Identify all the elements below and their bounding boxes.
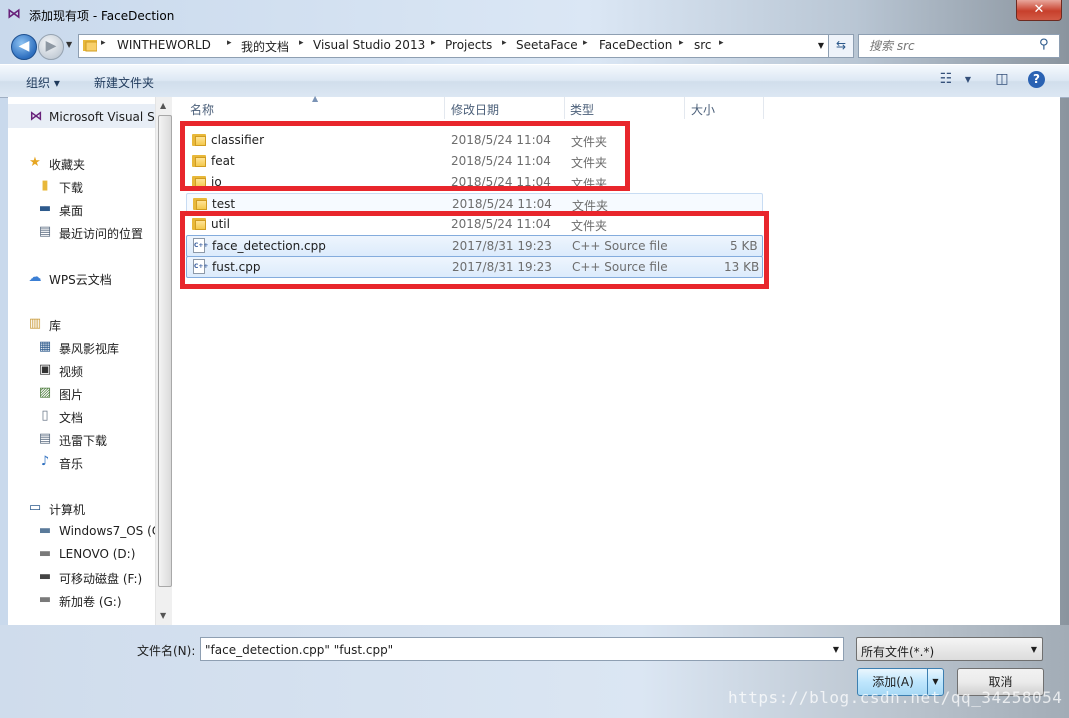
column-header-modified[interactable]: 修改日期 xyxy=(445,97,565,119)
nav-item-downloads[interactable]: ▮ 下载 xyxy=(8,176,155,196)
nav-item-pictures[interactable]: ▨ 图片 xyxy=(8,383,155,403)
annotation-box xyxy=(180,211,769,289)
nav-item-libraries[interactable]: ▥ 库 xyxy=(8,314,155,334)
chevron-down-icon[interactable]: ▼ xyxy=(833,645,839,654)
nav-item-music[interactable]: ♪ 音乐 xyxy=(8,452,155,472)
dialog-window: ⋈ 添加现有项 - FaceDection ✕ ◀ ▶ ▼ ▸ WINTHEWO… xyxy=(0,0,1069,718)
filename-input[interactable]: "face_detection.cpp" "fust.cpp" ▼ xyxy=(200,637,844,661)
navigation-pane: ⋈ Microsoft Visual S ★ 收藏夹 ▮ 下载 ▬ 桌面 ▤ 最… xyxy=(8,97,155,625)
breadcrumb-item[interactable]: src xyxy=(694,38,712,52)
desktop-icon: ▬ xyxy=(38,201,52,216)
column-header-type[interactable]: 类型 xyxy=(565,97,685,119)
column-header-name[interactable]: 名称 ▲ xyxy=(172,94,445,119)
nav-item-favorites[interactable]: ★ 收藏夹 xyxy=(8,153,155,173)
chevron-right-icon[interactable]: ▸ xyxy=(101,38,106,48)
nav-item-drive-d[interactable]: ▬ LENOVO (D:) xyxy=(8,544,155,564)
chevron-right-icon[interactable]: ▸ xyxy=(583,38,588,48)
file-type-value: 所有文件(*.*) xyxy=(861,645,935,659)
breadcrumb-item[interactable]: SeetaFace xyxy=(516,38,578,52)
breadcrumb-item[interactable]: Visual Studio 2013 xyxy=(313,38,425,52)
search-box[interactable]: ⚲ xyxy=(858,34,1060,58)
video-library-icon: ▦ xyxy=(38,339,52,354)
view-options-icon[interactable]: ☷ xyxy=(936,71,956,89)
nav-item-video-library[interactable]: ▦ 暴风影视库 xyxy=(8,337,155,357)
file-list-pane: 名称 ▲ 修改日期 类型 大小 classifier 2018/5/24 11:… xyxy=(172,94,1060,625)
chevron-right-icon[interactable]: ▸ xyxy=(299,38,304,48)
star-icon: ★ xyxy=(29,155,41,170)
search-input[interactable] xyxy=(867,38,1031,54)
help-icon[interactable]: ? xyxy=(1028,71,1045,88)
annotation-box xyxy=(180,121,630,191)
video-icon: ▣ xyxy=(38,362,52,377)
music-icon: ♪ xyxy=(40,454,50,469)
nav-item-visual-studio[interactable]: ⋈ Microsoft Visual S xyxy=(8,107,155,127)
nav-item-documents[interactable]: ▯ 文档 xyxy=(8,406,155,426)
filename-value: "face_detection.cpp" "fust.cpp" xyxy=(205,643,394,657)
visual-studio-icon: ⋈ xyxy=(7,6,21,22)
breadcrumb-item[interactable]: Projects xyxy=(445,38,492,52)
chevron-right-icon[interactable]: ▸ xyxy=(502,38,507,48)
folder-icon xyxy=(83,40,97,52)
chevron-right-icon[interactable]: ▸ xyxy=(679,38,684,48)
nav-item-desktop[interactable]: ▬ 桌面 xyxy=(8,199,155,219)
title-bar: ⋈ 添加现有项 - FaceDection ✕ xyxy=(0,0,1069,30)
watermark: https://blog.csdn.net/qq_34258054 xyxy=(728,688,1063,707)
document-icon: ▯ xyxy=(41,408,49,423)
drive-icon: ▬ xyxy=(38,546,52,561)
visual-studio-icon: ⋈ xyxy=(29,109,43,124)
column-header-size[interactable]: 大小 xyxy=(685,97,764,119)
drive-icon: ▬ xyxy=(38,523,52,538)
nav-item-videos[interactable]: ▣ 视频 xyxy=(8,360,155,380)
toolbar: 组织 ▾ 新建文件夹 ☷ ▼ ◫ ? xyxy=(0,64,1069,98)
filename-label: 文件名(N): xyxy=(137,644,196,658)
preview-pane-icon[interactable]: ◫ xyxy=(992,71,1012,89)
chevron-down-icon[interactable]: ▼ xyxy=(958,75,978,93)
recent-places-icon: ▤ xyxy=(38,224,52,239)
window-title: 添加现有项 - FaceDection xyxy=(29,9,175,23)
library-icon: ▥ xyxy=(28,316,42,331)
folder-icon xyxy=(193,197,207,210)
folder-icon: ▮ xyxy=(41,178,49,193)
file-type-select[interactable]: 所有文件(*.*) ▼ xyxy=(856,637,1043,661)
chevron-down-icon[interactable]: ▼ xyxy=(818,41,824,50)
scroll-up-arrow-icon[interactable]: ▲ xyxy=(160,101,166,110)
chevron-down-icon[interactable]: ▼ xyxy=(1031,645,1037,654)
nav-item-recent-places[interactable]: ▤ 最近访问的位置 xyxy=(8,222,155,242)
picture-icon: ▨ xyxy=(38,385,52,400)
recent-pages-dropdown[interactable]: ▼ xyxy=(66,40,72,49)
nav-item-drive-c[interactable]: ▬ Windows7_OS (C xyxy=(8,521,155,541)
nav-item-computer[interactable]: ▭ 计算机 xyxy=(8,498,155,518)
new-folder-button[interactable]: 新建文件夹 xyxy=(94,74,154,91)
nav-scrollbar[interactable]: ▲ ▼ xyxy=(155,97,173,625)
scrollbar-thumb[interactable] xyxy=(158,115,172,587)
back-button[interactable]: ◀ xyxy=(11,34,37,60)
download-icon: ▤ xyxy=(38,431,52,446)
chevron-right-icon[interactable]: ▸ xyxy=(227,38,232,48)
breadcrumb-item[interactable]: WINTHEWORLD xyxy=(117,38,211,52)
nav-item-thunder-downloads[interactable]: ▤ 迅雷下载 xyxy=(8,429,155,449)
refresh-button[interactable]: ⇆ xyxy=(828,34,854,58)
sort-ascending-icon: ▲ xyxy=(312,94,319,103)
forward-button[interactable]: ▶ xyxy=(38,34,64,60)
scroll-down-arrow-icon[interactable]: ▼ xyxy=(160,611,166,620)
address-bar[interactable]: ▸ WINTHEWORLD ▸ 我的文档 ▸ Visual Studio 201… xyxy=(78,34,829,58)
drive-icon: ▬ xyxy=(38,592,52,607)
nav-item-drive-g[interactable]: ▬ 新加卷 (G:) xyxy=(8,590,155,610)
breadcrumb-item[interactable]: FaceDection xyxy=(599,38,672,52)
chevron-right-icon[interactable]: ▸ xyxy=(431,38,436,48)
search-icon[interactable]: ⚲ xyxy=(1039,37,1055,53)
nav-item-wps-cloud[interactable]: ☁ WPS云文档 xyxy=(8,268,155,288)
chevron-right-icon[interactable]: ▸ xyxy=(719,38,724,48)
breadcrumb-item[interactable]: 我的文档 xyxy=(241,38,289,55)
close-button[interactable]: ✕ xyxy=(1016,0,1062,21)
removable-drive-icon: ▬ xyxy=(38,569,52,584)
nav-item-drive-f[interactable]: ▬ 可移动磁盘 (F:) xyxy=(8,567,155,587)
cloud-icon: ☁ xyxy=(28,270,42,285)
computer-icon: ▭ xyxy=(28,500,42,515)
organize-button[interactable]: 组织 ▾ xyxy=(26,74,60,91)
